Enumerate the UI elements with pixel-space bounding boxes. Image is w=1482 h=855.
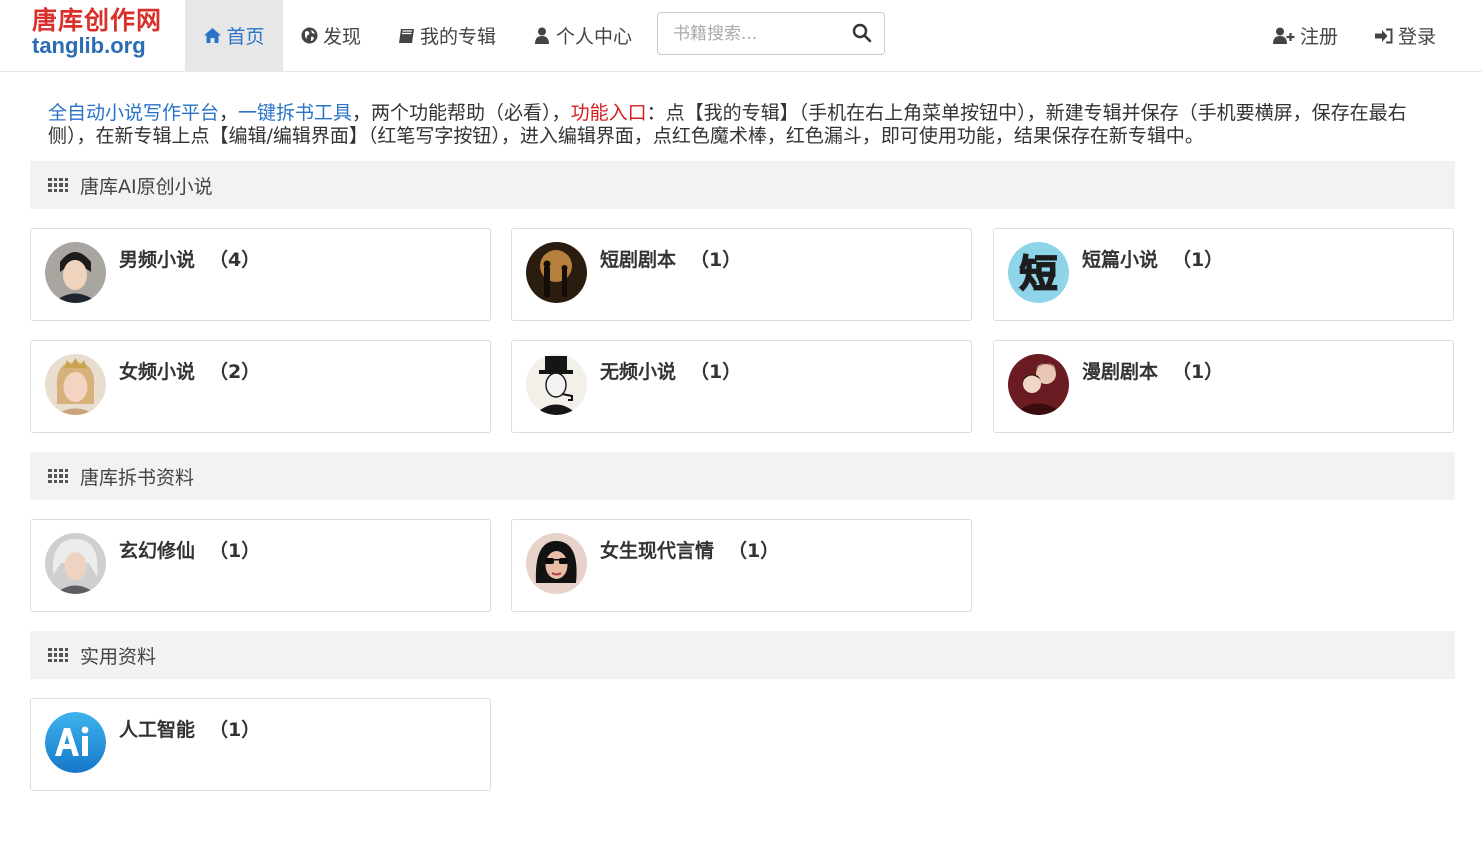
notice-middle-text: ，两个功能帮助（必看）， xyxy=(352,102,571,124)
nav-home-label: 首页 xyxy=(226,26,265,48)
album-card[interactable]: 无频小说 （1） xyxy=(511,340,972,433)
nav-home[interactable]: 首页 xyxy=(185,0,283,71)
album-title: 短剧剧本 （1） xyxy=(600,249,742,271)
book-search xyxy=(657,12,885,55)
album-title: 无频小说 （1） xyxy=(600,361,742,383)
section-title: 实用资料 xyxy=(80,645,157,668)
section-title: 唐库AI原创小说 xyxy=(80,175,213,198)
short-character-avatar: 短 xyxy=(1008,242,1069,303)
album-card[interactable]: 短剧剧本 （1） xyxy=(511,228,972,321)
nav-discover[interactable]: 发现 xyxy=(300,0,361,71)
nav-login-label: 登录 xyxy=(1398,26,1437,48)
user-plus-icon xyxy=(1273,27,1295,45)
nav-my-albums-label: 我的专辑 xyxy=(420,26,497,48)
album-card[interactable]: 女生现代言情 （1） xyxy=(511,519,972,612)
th-grid-icon xyxy=(48,469,68,483)
album-title: 玄幻修仙 （1） xyxy=(119,540,261,562)
album-title: 人工智能 （1） xyxy=(119,719,261,741)
couple-avatar xyxy=(1008,354,1069,415)
top-navbar: 唐库创作网 tanglib.org 首页 发现 我的专辑 个人中心 书籍搜索..… xyxy=(0,0,1482,72)
album-card[interactable]: 女频小说 （2） xyxy=(30,340,491,433)
section-header-ai-novels: 唐库AI原创小说 xyxy=(30,161,1455,209)
user-icon xyxy=(533,27,551,45)
white-hair-hero-avatar xyxy=(45,533,106,594)
album-title: 短篇小说 （1） xyxy=(1082,249,1224,271)
logo-name-en: tanglib.org xyxy=(32,33,146,58)
nav-my-albums[interactable]: 我的专辑 xyxy=(397,0,496,71)
auto-writing-link[interactable]: 全自动小说写作平台 xyxy=(48,102,219,124)
site-logo[interactable]: 唐库创作网 tanglib.org xyxy=(32,8,162,57)
globe-icon xyxy=(300,27,318,45)
section-title: 唐库拆书资料 xyxy=(80,466,195,489)
th-grid-icon xyxy=(48,648,68,662)
sign-in-icon xyxy=(1375,27,1393,45)
top-hat-man-avatar xyxy=(526,354,587,415)
album-title: 女频小说 （2） xyxy=(119,361,261,383)
album-title: 男频小说 （4） xyxy=(119,249,261,271)
section-header-book-analysis: 唐库拆书资料 xyxy=(30,452,1455,500)
ai-logo-avatar xyxy=(45,712,106,773)
album-card[interactable]: 男频小说 （4） xyxy=(30,228,491,321)
album-card[interactable]: 人工智能 （1） xyxy=(30,698,491,791)
sunglasses-woman-avatar xyxy=(526,533,587,594)
notice-separator: ， xyxy=(219,102,239,124)
crowned-woman-avatar xyxy=(45,354,106,415)
album-title: 女生现代言情 （1） xyxy=(600,540,780,562)
nav-register[interactable]: 注册 xyxy=(1273,0,1338,71)
nav-login[interactable]: 登录 xyxy=(1375,0,1436,71)
logo-name-cn: 唐库创作网 xyxy=(32,6,163,35)
svg-text:短: 短 xyxy=(1019,252,1057,296)
album-card[interactable]: 短 短篇小说 （1） xyxy=(993,228,1454,321)
nav-user-center-label: 个人中心 xyxy=(556,26,633,48)
notice-entry-label: 功能入口 xyxy=(570,102,647,124)
album-card[interactable]: 玄幻修仙 （1） xyxy=(30,519,491,612)
th-grid-icon xyxy=(48,178,68,192)
book-split-tool-link[interactable]: 一键拆书工具 xyxy=(238,102,352,124)
album-title: 漫剧剧本 （1） xyxy=(1082,361,1224,383)
home-icon xyxy=(203,27,221,45)
nav-user-center[interactable]: 个人中心 xyxy=(533,0,632,71)
section-header-useful-resources: 实用资料 xyxy=(30,631,1455,679)
nav-register-label: 注册 xyxy=(1300,26,1339,48)
book-icon xyxy=(397,27,415,45)
male-portrait-avatar xyxy=(45,242,106,303)
search-input[interactable] xyxy=(659,14,839,53)
album-card[interactable]: 漫剧剧本 （1） xyxy=(993,340,1454,433)
usage-notice: 全自动小说写作平台，一键拆书工具，两个功能帮助（必看），功能入口：点【我的专辑】… xyxy=(48,102,1448,148)
nav-discover-label: 发现 xyxy=(323,26,362,48)
street-silhouette-avatar xyxy=(526,242,587,303)
search-icon[interactable] xyxy=(852,23,874,45)
